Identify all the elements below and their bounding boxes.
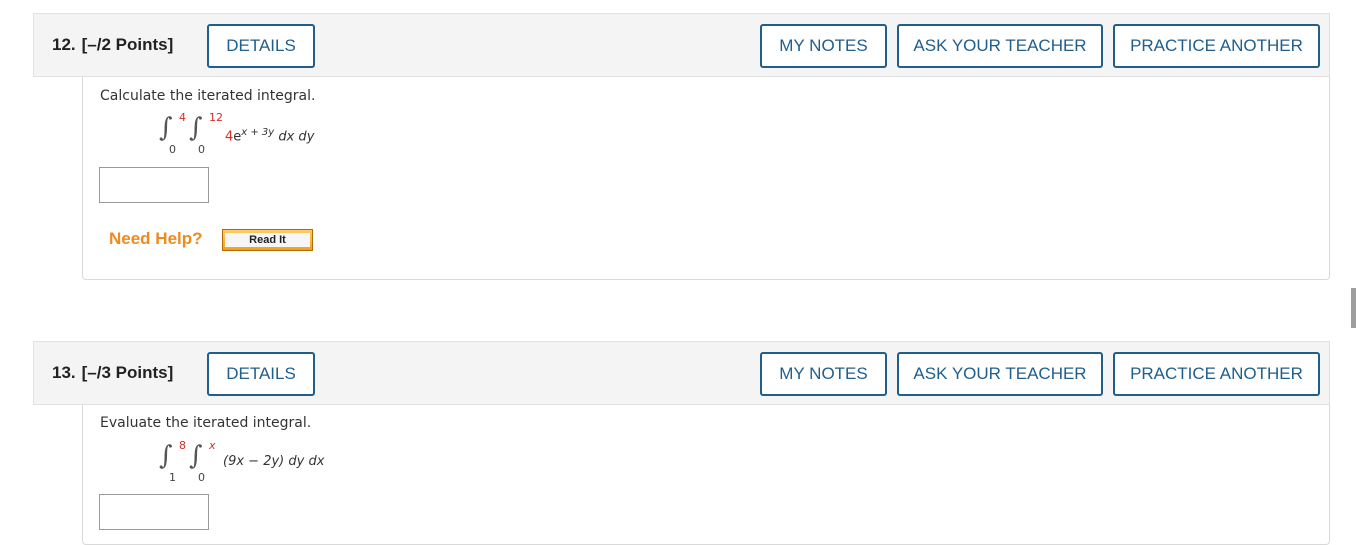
practice-another-button[interactable]: PRACTICE ANOTHER	[1113, 24, 1320, 68]
question-12-body: Calculate the iterated integral. ∫ 4 0 ∫…	[82, 77, 1330, 280]
my-notes-button[interactable]: MY NOTES	[760, 24, 887, 68]
question-prompt: Evaluate the iterated integral.	[100, 415, 312, 431]
ask-your-teacher-button[interactable]: ASK YOUR TEACHER	[897, 24, 1103, 68]
integral-sign-inner: ∫	[189, 113, 203, 143]
integrand-exponent: x + 3y	[241, 127, 275, 138]
practice-another-button[interactable]: PRACTICE ANOTHER	[1113, 352, 1320, 396]
question-number: 12.	[52, 35, 76, 54]
my-notes-button[interactable]: MY NOTES	[760, 352, 887, 396]
outer-upper-limit: 4	[179, 111, 186, 124]
answer-input[interactable]	[99, 494, 209, 530]
question-13-number-wrap: 13. [–/3 Points]	[52, 363, 173, 383]
question-number: 13.	[52, 363, 76, 382]
integral-sign-inner: ∫	[189, 441, 203, 471]
read-it-label: Read It	[225, 233, 310, 247]
inner-upper-limit: x	[209, 439, 216, 452]
outer-upper-limit: 8	[179, 439, 186, 452]
integrand: 4ex + 3y dx dy	[225, 127, 314, 144]
need-help-label: Need Help?	[109, 229, 203, 248]
integrand-differentials: dx dy	[278, 129, 315, 145]
question-12-number-wrap: 12. [–/2 Points]	[52, 35, 173, 55]
inner-lower-limit: 0	[198, 143, 205, 156]
question-13-header: 13. [–/3 Points] DETAILS MY NOTES ASK YOU…	[33, 341, 1330, 405]
inner-lower-limit: 0	[198, 471, 205, 484]
question-points: [–/3 Points]	[81, 363, 174, 382]
question-points: [–/2 Points]	[81, 35, 174, 54]
double-integral: ∫ 8 1 ∫ x 0 (9x − 2y) dy dx	[143, 437, 403, 484]
question-13-body: Evaluate the iterated integral. ∫ 8 1 ∫ …	[82, 405, 1330, 545]
read-it-button[interactable]: Read It	[222, 229, 313, 251]
integral-sign-outer: ∫	[159, 441, 173, 471]
outer-lower-limit: 1	[169, 471, 176, 484]
integral-sign-outer: ∫	[159, 113, 173, 143]
question-prompt: Calculate the iterated integral.	[100, 88, 316, 104]
question-12-header: 12. [–/2 Points] DETAILS MY NOTES ASK YOU…	[33, 13, 1330, 77]
outer-lower-limit: 0	[169, 143, 176, 156]
details-button[interactable]: DETAILS	[207, 352, 315, 396]
details-button[interactable]: DETAILS	[207, 24, 315, 68]
double-integral: ∫ 4 0 ∫ 12 0 4ex + 3y dx dy	[143, 109, 403, 156]
integrand: (9x − 2y) dy dx	[223, 454, 325, 469]
inner-upper-limit: 12	[209, 111, 223, 124]
ask-your-teacher-button[interactable]: ASK YOUR TEACHER	[897, 352, 1103, 396]
answer-input[interactable]	[99, 167, 209, 203]
scrollbar-thumb[interactable]	[1351, 288, 1356, 328]
